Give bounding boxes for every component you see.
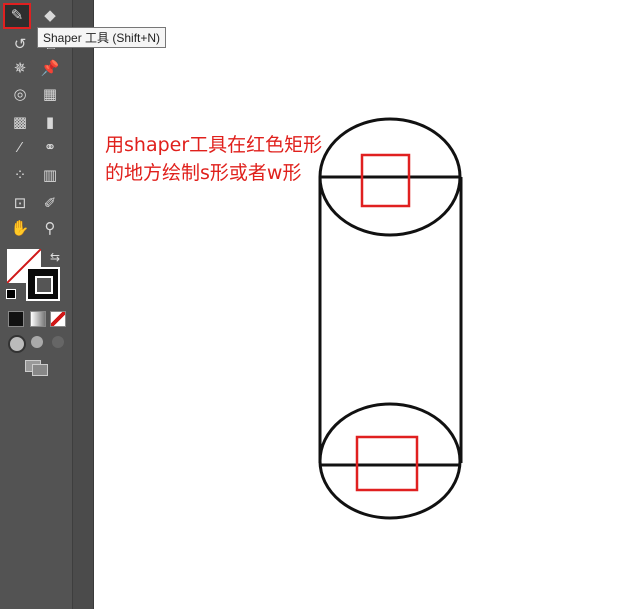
none-mode-button[interactable] xyxy=(50,311,66,327)
rotate-tool-button[interactable]: ↺ xyxy=(8,34,32,56)
gradient-mode-button[interactable] xyxy=(30,311,46,327)
draw-normal-icon[interactable] xyxy=(8,335,26,353)
annotation-line-2: 的地方绘制s形或者w形 xyxy=(105,162,302,184)
stroke-swatch[interactable] xyxy=(26,267,60,301)
artboard-icon: ⊡ xyxy=(13,195,27,212)
bottom-ellipse xyxy=(318,402,462,520)
tool-tooltip: Shaper 工具 (Shift+N) xyxy=(37,27,167,48)
pin-icon: 📌 xyxy=(40,60,60,77)
zoom-tool-button[interactable]: ⚲ xyxy=(38,218,62,240)
pin-tool-button[interactable]: 📌 xyxy=(38,58,62,80)
shape-builder-tool-button[interactable]: ◎ xyxy=(8,84,32,106)
draw-inside-icon[interactable] xyxy=(52,336,64,348)
slice-tool-button[interactable]: ✐ xyxy=(38,193,62,215)
swap-fill-stroke-icon[interactable]: ⇆ xyxy=(50,250,60,264)
blend-tool-button[interactable]: ⚭ xyxy=(38,137,62,159)
tools-panel: ✎ ◆ ↺ ⧉ ✵ 📌 ◎ ▦ ▩ ▮ ⁄ ⚭ ⁘ ▥ ⊡ ✐ ✋ ⚲ ⇆ xyxy=(0,0,73,609)
hand-icon: ✋ xyxy=(10,220,30,237)
puppet-warp-tool-button[interactable]: ✵ xyxy=(8,58,32,80)
symbol-sprayer-tool-button[interactable]: ⁘ xyxy=(8,165,32,187)
perspective-grid-tool-button[interactable]: ▦ xyxy=(38,84,62,106)
eyedropper-tool-button[interactable]: ⁄ xyxy=(8,137,32,159)
screen-mode-icon-back xyxy=(32,364,48,376)
top-ellipse xyxy=(318,117,462,237)
symbol-sprayer-icon: ⁘ xyxy=(13,167,27,184)
mesh-tool-button[interactable]: ▩ xyxy=(8,112,32,134)
puppet-warp-icon: ✵ xyxy=(13,60,27,77)
column-graph-tool-button[interactable]: ▥ xyxy=(38,165,62,187)
zoom-icon: ⚲ xyxy=(44,220,56,237)
perspective-grid-icon: ▦ xyxy=(42,86,58,103)
color-mode-button[interactable] xyxy=(8,311,24,327)
draw-behind-icon[interactable] xyxy=(31,336,43,348)
eyedropper-icon: ⁄ xyxy=(18,139,22,156)
eraser-tool-button[interactable]: ◆ xyxy=(38,5,62,27)
blend-icon: ⚭ xyxy=(43,139,57,156)
column-graph-icon: ▥ xyxy=(42,167,58,184)
rotate-icon: ↺ xyxy=(13,36,27,53)
shaper-icon: ✎ xyxy=(10,7,24,24)
bottom-red-rectangle xyxy=(355,435,419,492)
shaper-tool-button[interactable]: ✎ xyxy=(3,3,31,29)
top-red-rectangle xyxy=(360,153,411,208)
hand-tool-button[interactable]: ✋ xyxy=(8,218,32,240)
mesh-icon: ▩ xyxy=(12,114,28,131)
panel-gutter xyxy=(73,0,94,609)
eraser-icon: ◆ xyxy=(44,7,56,24)
default-colors-icon[interactable] xyxy=(6,289,16,299)
gradient-tool-button[interactable]: ▮ xyxy=(38,112,62,134)
annotation-line-1: 用shaper工具在红色矩形 xyxy=(105,134,323,156)
shape-builder-icon: ◎ xyxy=(13,86,27,103)
slice-icon: ✐ xyxy=(43,195,57,212)
gradient-icon: ▮ xyxy=(45,114,55,131)
artboard-tool-button[interactable]: ⊡ xyxy=(8,193,32,215)
